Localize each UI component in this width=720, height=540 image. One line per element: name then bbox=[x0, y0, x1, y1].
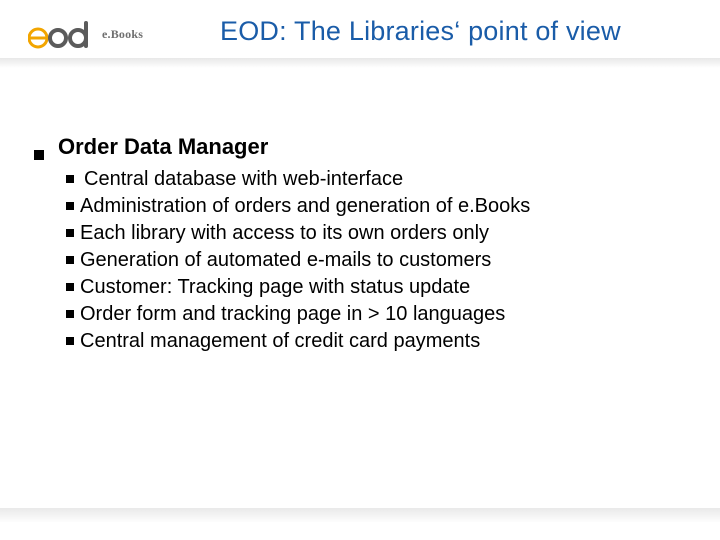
square-bullet-icon bbox=[66, 337, 74, 345]
eod-logo: e.Books bbox=[28, 18, 143, 50]
list-item-text: Generation of automated e-mails to custo… bbox=[80, 247, 491, 274]
list-item: Each library with access to its own orde… bbox=[66, 220, 684, 247]
square-bullet-icon bbox=[66, 256, 74, 264]
list-item-text: Central management of credit card paymen… bbox=[80, 328, 480, 355]
square-bullet-icon bbox=[34, 150, 44, 160]
heading-row: Order Data Manager bbox=[34, 134, 684, 160]
content-area: Order Data Manager Central database with… bbox=[34, 134, 684, 355]
square-bullet-icon bbox=[66, 229, 74, 237]
list-item-text: Order form and tracking page in > 10 lan… bbox=[80, 301, 505, 328]
list-item: Central management of credit card paymen… bbox=[66, 328, 684, 355]
square-bullet-icon bbox=[66, 175, 74, 183]
list-item: Administration of orders and generation … bbox=[66, 193, 684, 220]
list-item: Central database with web-interface bbox=[66, 166, 684, 193]
list-item: Customer: Tracking page with status upda… bbox=[66, 274, 684, 301]
title-underline bbox=[0, 58, 720, 68]
list-item: Order form and tracking page in > 10 lan… bbox=[66, 301, 684, 328]
list-item-text: Administration of orders and generation … bbox=[80, 193, 530, 220]
logo-ebooks-text: e.Books bbox=[102, 27, 143, 42]
square-bullet-icon bbox=[66, 202, 74, 210]
bullet-list: Central database with web-interface Admi… bbox=[66, 166, 684, 355]
square-bullet-icon bbox=[66, 310, 74, 318]
square-bullet-icon bbox=[66, 283, 74, 291]
list-item-text: Customer: Tracking page with status upda… bbox=[80, 274, 470, 301]
list-item: Generation of automated e-mails to custo… bbox=[66, 247, 684, 274]
eod-logo-mark bbox=[28, 18, 92, 50]
slide-title: EOD: The Libraries‘ point of view bbox=[220, 16, 621, 47]
list-item-text: Each library with access to its own orde… bbox=[80, 220, 489, 247]
section-heading: Order Data Manager bbox=[58, 134, 268, 160]
footer-bar bbox=[0, 508, 720, 522]
slide-header: e.Books EOD: The Libraries‘ point of vie… bbox=[0, 0, 720, 70]
list-item-text: Central database with web-interface bbox=[84, 166, 403, 193]
